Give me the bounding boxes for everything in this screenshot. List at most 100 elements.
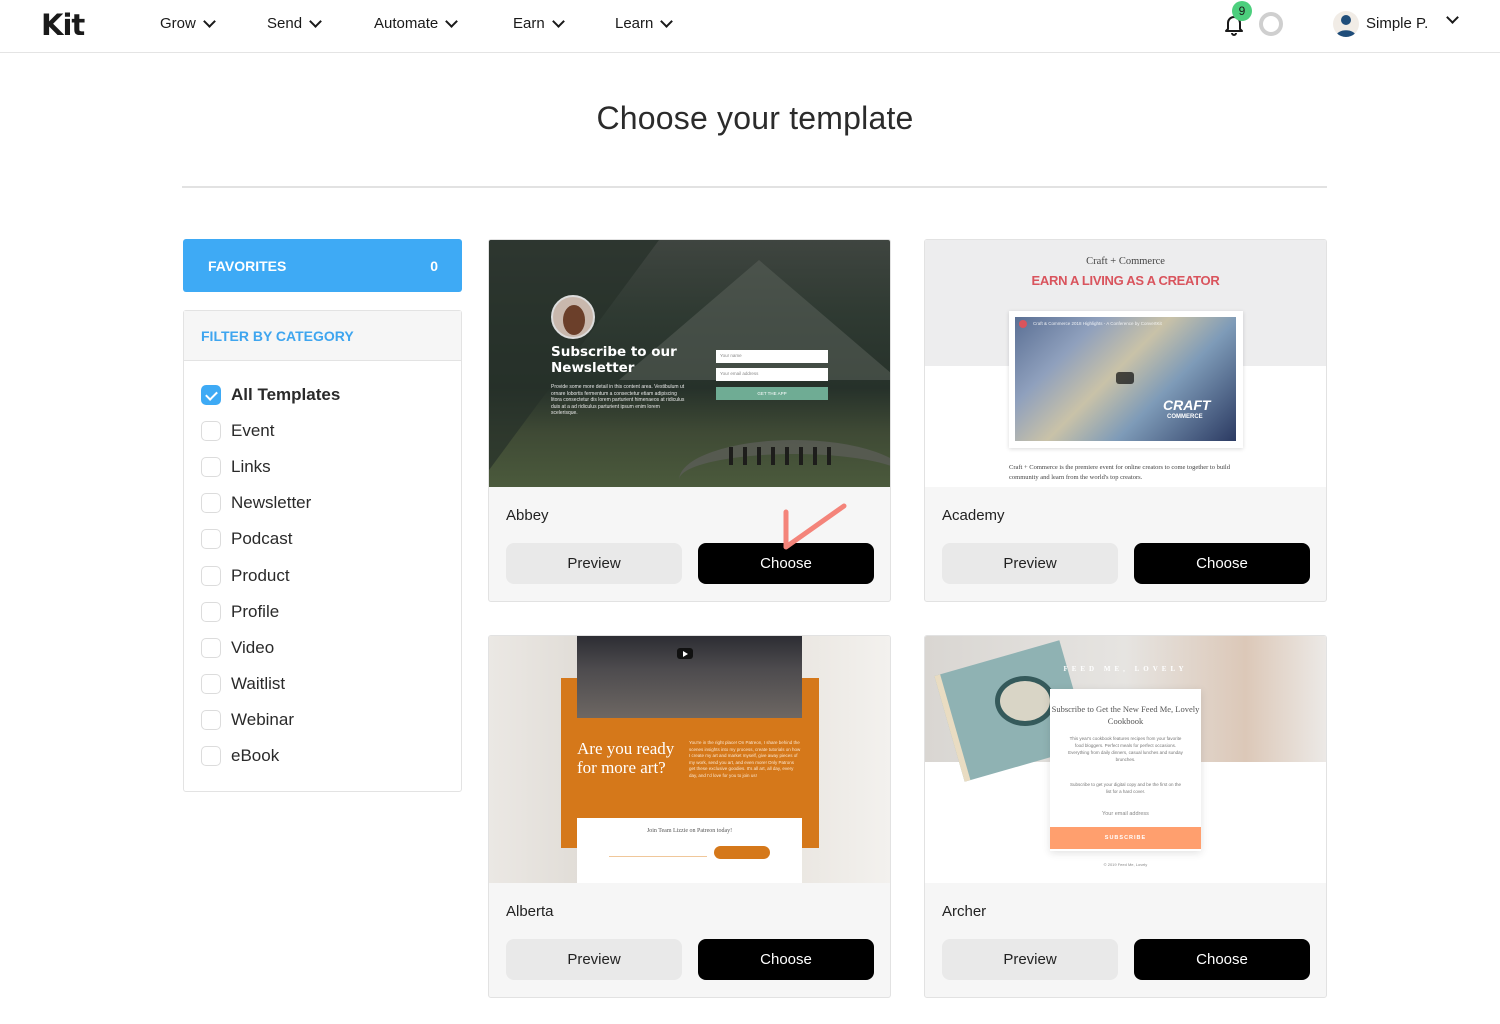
thumb-button <box>714 846 770 859</box>
category-list: All Templates Event Links Newsletter Pod… <box>184 361 461 774</box>
nav-earn[interactable]: Earn <box>513 14 565 32</box>
category-event[interactable]: Event <box>184 413 461 449</box>
thumb-description: Craft + Commerce is the premiere event f… <box>1009 464 1230 481</box>
category-label: Newsletter <box>231 493 312 513</box>
checkbox[interactable] <box>201 673 221 694</box>
checkbox[interactable] <box>201 493 221 514</box>
checkbox[interactable] <box>201 457 221 478</box>
page-title: Choose your template <box>596 100 914 136</box>
template-thumbnail[interactable]: Craft + Commerce EARN A LIVING AS A CREA… <box>925 240 1326 487</box>
chevron-down-icon <box>202 14 216 28</box>
checkbox[interactable] <box>201 745 221 766</box>
chevron-down-icon <box>551 14 565 28</box>
chevron-down-icon <box>309 14 322 28</box>
thumb-heading: EARN A LIVING AS A CREATOR <box>1031 273 1220 288</box>
category-label: Waitlist <box>231 673 286 693</box>
chevron-down-icon <box>1446 11 1459 24</box>
template-card-archer: FEED ME, LOVELY Subscribe to Get the New… <box>924 635 1327 998</box>
checkbox[interactable] <box>201 565 221 586</box>
checkbox[interactable] <box>201 709 221 730</box>
category-profile[interactable]: Profile <box>184 594 461 630</box>
template-name: Alberta <box>506 903 554 920</box>
favorites-button[interactable]: FAVORITES 0 <box>183 239 462 292</box>
kit-logo[interactable]: Kit <box>41 8 85 42</box>
category-podcast[interactable]: Podcast <box>184 521 461 557</box>
category-label: Video <box>231 637 275 657</box>
checkbox[interactable] <box>201 637 221 658</box>
user-avatar-icon <box>1336 15 1356 37</box>
user-name[interactable]: Simple P. <box>1366 15 1428 32</box>
thumb-brand: Craft + Commerce <box>1086 256 1165 267</box>
nav-automate-label: Automate <box>374 15 439 32</box>
preview-button[interactable]: Preview <box>942 543 1118 584</box>
nav-learn-label: Learn <box>615 15 654 32</box>
choose-button[interactable]: Choose <box>698 939 874 980</box>
thumb-email-line <box>609 856 707 857</box>
nav-learn[interactable]: Learn <box>615 14 674 32</box>
category-label: Event <box>231 421 275 441</box>
notification-badge: 9 <box>1232 1 1252 21</box>
thumb-body: Provide some more detail in this content… <box>551 384 685 416</box>
checkbox[interactable] <box>201 601 221 622</box>
thumb-body: This year's cookbook features recipes fr… <box>1068 736 1183 762</box>
title-divider <box>182 186 1327 188</box>
thumb-body: You're in the right place! On Patreon, I… <box>689 740 801 778</box>
nav-grow[interactable]: Grow <box>160 14 216 32</box>
thumb-form-box: Subscribe to Get the New Feed Me, Lovely… <box>1050 689 1201 851</box>
chevron-down-icon <box>445 14 459 28</box>
checkbox-checked[interactable] <box>201 385 221 406</box>
progress-ring-icon[interactable] <box>1259 12 1283 36</box>
category-newsletter[interactable]: Newsletter <box>184 485 461 521</box>
bowl-image <box>995 676 1055 726</box>
thumb-email-field: Your email address <box>1102 811 1149 817</box>
thumb-body: Subscribe to get your digital copy and b… <box>1069 782 1182 794</box>
preview-button[interactable]: Preview <box>506 939 682 980</box>
filter-heading: FILTER BY CATEGORY <box>184 311 461 361</box>
profile-photo <box>551 295 595 339</box>
category-webinar[interactable]: Webinar <box>184 702 461 738</box>
user-menu-toggle[interactable] <box>1445 11 1459 24</box>
template-thumbnail[interactable]: Subscribe to our Newsletter Provide some… <box>489 240 890 487</box>
category-label: Links <box>231 457 271 477</box>
thumb-email-field: Your email address <box>716 368 828 381</box>
choose-button[interactable]: Choose <box>1134 939 1310 980</box>
nav-automate[interactable]: Automate <box>374 14 459 32</box>
top-navigation: Kit Grow Send Automate Earn Learn 9 Simp… <box>0 0 1500 53</box>
category-links[interactable]: Links <box>184 449 461 485</box>
thumb-form: Join Team Lizzie on Patreon today! <box>577 818 802 883</box>
template-name: Archer <box>942 903 987 920</box>
video-title: Craft & Commerce 2018 Highlights - A Con… <box>1033 321 1162 326</box>
category-video[interactable]: Video <box>184 630 461 666</box>
avatar[interactable] <box>1333 11 1359 37</box>
category-product[interactable]: Product <box>184 557 461 593</box>
category-label: Profile <box>231 601 280 621</box>
preview-button[interactable]: Preview <box>942 939 1118 980</box>
checkbox[interactable] <box>201 421 221 442</box>
category-label: Podcast <box>231 529 293 549</box>
thumb-copyright: © 2019 Feed Me, Lovely <box>1103 862 1148 867</box>
template-thumbnail[interactable]: Are you ready for more art? You're in th… <box>489 636 890 883</box>
chevron-down-icon <box>660 14 674 28</box>
category-label: eBook <box>231 745 280 765</box>
category-label: All Templates <box>231 385 341 405</box>
play-icon <box>677 648 693 659</box>
choose-button[interactable]: Choose <box>1134 543 1310 584</box>
video-logo-sub: COMMERCE <box>1167 414 1203 420</box>
channel-logo-icon <box>1019 320 1027 328</box>
checkbox[interactable] <box>201 529 221 550</box>
nav-send[interactable]: Send <box>267 14 322 32</box>
choose-button[interactable]: Choose <box>698 543 874 584</box>
thumb-video: Craft & Commerce 2018 Highlights - A Con… <box>1015 317 1236 441</box>
template-thumbnail[interactable]: FEED ME, LOVELY Subscribe to Get the New… <box>925 636 1326 883</box>
category-all-templates[interactable]: All Templates <box>184 377 461 413</box>
category-ebook[interactable]: eBook <box>184 738 461 774</box>
nav-send-label: Send <box>267 15 303 32</box>
thumb-video <box>577 636 802 718</box>
thumb-button: GET THE APP <box>716 387 828 400</box>
thumb-brand: FEED ME, LOVELY <box>1063 665 1188 673</box>
thumb-name-field: Your name <box>716 350 828 363</box>
play-icon <box>1116 372 1134 384</box>
category-waitlist[interactable]: Waitlist <box>184 666 461 702</box>
template-name: Abbey <box>506 507 549 524</box>
preview-button[interactable]: Preview <box>506 543 682 584</box>
